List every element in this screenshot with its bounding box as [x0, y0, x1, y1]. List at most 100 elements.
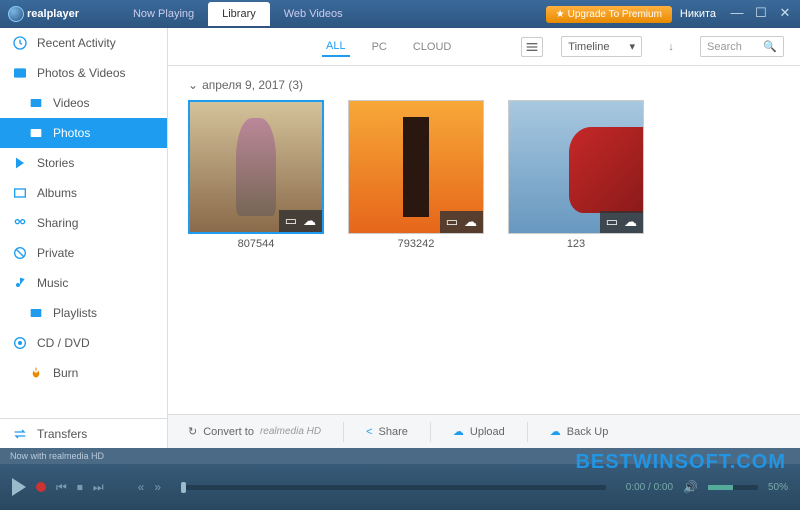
thumbnail-item[interactable]: ▭☁ 807544 — [188, 100, 324, 250]
tab-now-playing[interactable]: Now Playing — [119, 2, 208, 26]
sidebar-item-burn[interactable]: Burn — [0, 358, 167, 388]
sidebar-label: Private — [37, 246, 74, 260]
private-icon — [12, 245, 28, 261]
seek-slider[interactable] — [181, 485, 606, 490]
maximize-button[interactable]: ☐ — [754, 7, 768, 21]
titlebar: realplayer Now Playing Library Web Video… — [0, 0, 800, 28]
volume-icon[interactable]: 🔊 — [683, 480, 698, 494]
stop-button[interactable]: ⏹ — [77, 480, 83, 495]
date-group-header[interactable]: ⌄ апреля 9, 2017 (3) — [188, 78, 780, 92]
sidebar-item-music[interactable]: Music — [0, 268, 167, 298]
music-icon — [12, 275, 28, 291]
backup-button[interactable]: ☁ Back Up — [542, 421, 617, 442]
sidebar-label: Recent Activity — [37, 36, 116, 50]
share-button[interactable]: < Share — [358, 422, 416, 442]
screen-icon: ▭ — [606, 214, 618, 230]
top-tabs: Now Playing Library Web Videos — [119, 2, 357, 26]
convert-label: Convert to — [203, 426, 254, 438]
backup-label: Back Up — [567, 426, 609, 438]
sidebar: Recent Activity Photos & Videos Videos P… — [0, 28, 168, 448]
sort-button[interactable]: ↓ — [660, 37, 682, 57]
logo-ball-icon — [8, 6, 24, 22]
upload-label: Upload — [470, 426, 505, 438]
upgrade-label: Upgrade To Premium — [568, 9, 662, 20]
filter-all[interactable]: ALL — [322, 37, 350, 57]
minimize-button[interactable]: — — [730, 7, 744, 21]
burn-icon — [28, 365, 44, 381]
sidebar-item-private[interactable]: Private — [0, 238, 167, 268]
time-display: 0:00 / 0:00 — [626, 482, 673, 493]
app-logo: realplayer — [8, 6, 79, 22]
tab-library[interactable]: Library — [208, 2, 270, 26]
upgrade-button[interactable]: ★ Upgrade To Premium — [546, 6, 672, 23]
sidebar-item-playlists[interactable]: Playlists — [0, 298, 167, 328]
cloud-icon: ☁ — [303, 213, 316, 229]
tab-web-videos[interactable]: Web Videos — [270, 2, 357, 26]
prev-button[interactable]: ⏮ — [56, 480, 67, 495]
search-placeholder: Search — [707, 41, 742, 53]
sidebar-label: Photos — [53, 126, 90, 140]
close-button[interactable]: ✕ — [778, 7, 792, 21]
watermark: BESTWINSOFT.COM — [575, 451, 786, 474]
cloud-icon: ☁ — [624, 214, 637, 230]
cloud-icon: ☁ — [464, 214, 477, 230]
next-button[interactable]: ⏭ — [93, 480, 104, 495]
volume-slider[interactable] — [708, 485, 758, 490]
thumbnail-item[interactable]: ▭☁ 793242 — [348, 100, 484, 250]
sidebar-item-transfers[interactable]: Transfers — [0, 418, 167, 448]
sidebar-item-cd-dvd[interactable]: CD / DVD — [0, 328, 167, 358]
view-list-button[interactable] — [521, 37, 543, 57]
sidebar-label: CD / DVD — [37, 336, 90, 350]
sidebar-label: Albums — [37, 186, 77, 200]
playlist-icon — [28, 305, 44, 321]
sharing-icon — [12, 215, 28, 231]
stories-icon — [12, 155, 28, 171]
record-button[interactable] — [36, 482, 46, 492]
timeline-dropdown[interactable]: Timeline▾ — [561, 36, 642, 57]
sidebar-label: Burn — [53, 366, 78, 380]
sidebar-item-sharing[interactable]: Sharing — [0, 208, 167, 238]
transfers-icon — [12, 426, 28, 442]
bottom-toolbar: ↻Convert to realmedia HD <Share ☁Upload … — [168, 414, 800, 448]
sidebar-label: Stories — [37, 156, 74, 170]
sidebar-label: Transfers — [37, 427, 87, 441]
filter-pc[interactable]: PC — [368, 38, 391, 56]
sidebar-item-recent[interactable]: Recent Activity — [0, 28, 167, 58]
thumbnail-label: 807544 — [188, 238, 324, 250]
cloud-icon: ☁ — [550, 425, 561, 438]
filter-cloud[interactable]: CLOUD — [409, 38, 456, 56]
rewind-button[interactable]: « — [138, 480, 145, 494]
sidebar-item-photos[interactable]: Photos — [0, 118, 167, 148]
search-input[interactable]: Search 🔍 — [700, 36, 784, 57]
sidebar-item-videos[interactable]: Videos — [0, 88, 167, 118]
forward-button[interactable]: » — [154, 480, 161, 494]
content-toolbar: ALL PC CLOUD Timeline▾ ↓ Search 🔍 — [168, 28, 800, 66]
sidebar-item-photos-videos[interactable]: Photos & Videos — [0, 58, 167, 88]
date-label: апреля 9, 2017 (3) — [202, 78, 303, 92]
sidebar-label: Music — [37, 276, 68, 290]
albums-icon — [12, 185, 28, 201]
upload-button[interactable]: ☁Upload — [445, 421, 513, 442]
play-button[interactable] — [12, 478, 26, 496]
share-icon: < — [366, 426, 372, 438]
logo-text: realplayer — [27, 8, 79, 20]
chevron-down-icon: ⌄ — [188, 78, 198, 92]
user-name[interactable]: Никита — [680, 8, 716, 20]
sidebar-item-stories[interactable]: Stories — [0, 148, 167, 178]
share-label: Share — [379, 426, 408, 438]
sidebar-item-albums[interactable]: Albums — [0, 178, 167, 208]
thumbnail-label: 123 — [508, 238, 644, 250]
convert-brand: realmedia HD — [260, 426, 321, 437]
chevron-down-icon: ▾ — [629, 40, 635, 53]
search-icon: 🔍 — [763, 40, 777, 53]
sidebar-label: Playlists — [53, 306, 97, 320]
volume-display: 50% — [768, 482, 788, 493]
screen-icon: ▭ — [446, 214, 458, 230]
disc-icon — [12, 335, 28, 351]
sidebar-label: Sharing — [37, 216, 78, 230]
sidebar-label: Videos — [53, 96, 89, 110]
thumbnail-item[interactable]: ▭ ☁ 123 — [508, 100, 644, 250]
video-icon — [28, 95, 44, 111]
convert-button[interactable]: ↻Convert to realmedia HD — [180, 421, 329, 442]
gallery: ⌄ апреля 9, 2017 (3) ▭☁ 807544 ▭☁ 793 — [168, 66, 800, 414]
